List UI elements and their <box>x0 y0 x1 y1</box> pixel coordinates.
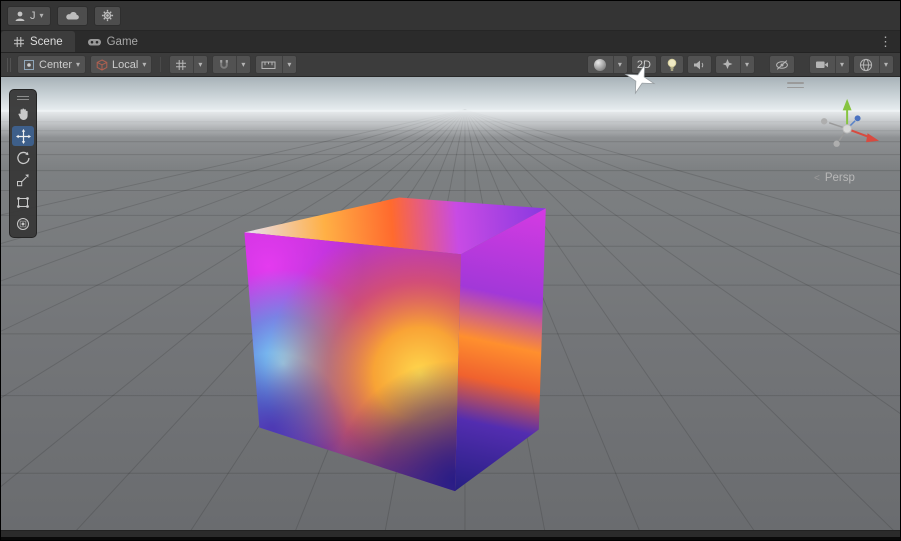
scene-viewport[interactable]: < Persp <box>1 77 900 530</box>
view-hand-tool[interactable] <box>12 104 34 124</box>
pivot-mode-label: Center <box>39 58 73 71</box>
tab-scene-label: Scene <box>30 35 63 48</box>
shaded-mode-icon <box>593 58 606 71</box>
camera-dropdown[interactable]: ▾ <box>834 56 844 73</box>
scene-effects-button[interactable]: ▾ <box>714 55 755 74</box>
tab-overflow-menu[interactable]: ⋮ <box>871 31 900 52</box>
light-toggle-icon <box>667 58 677 71</box>
tab-game-label: Game <box>106 35 138 48</box>
snap-increment-icon <box>261 61 276 69</box>
rotate-tool-icon <box>17 151 30 165</box>
audio-toggle-icon <box>693 60 704 69</box>
scale-tool-icon <box>17 174 29 187</box>
person-icon <box>15 11 25 21</box>
snap-increment-button[interactable]: ▾ <box>255 55 298 74</box>
cloud-services-button[interactable] <box>56 5 88 26</box>
tab-scene[interactable]: Scene <box>1 31 75 52</box>
axis-gizmo-neg-x[interactable] <box>820 118 828 125</box>
unity-editor-window: J ▾ Scene Game ⋮ Center ▾ Local ▾ ▾ ▾ ▾ … <box>0 0 901 541</box>
scene-options-icon <box>859 58 873 71</box>
transform-tool[interactable] <box>12 214 34 234</box>
toolbar-grip[interactable] <box>7 57 11 72</box>
title-bar: J ▾ <box>1 1 900 31</box>
orientation-mode-label: Local <box>112 58 139 71</box>
axis-gizmo-z[interactable] <box>854 115 861 122</box>
scene-audio-button[interactable] <box>686 55 712 74</box>
effects-dropdown[interactable]: ▾ <box>739 56 749 73</box>
overflow-icon: ⋮ <box>879 33 892 49</box>
account-button[interactable]: J ▾ <box>7 5 51 26</box>
scene-lighting-button[interactable] <box>659 55 684 74</box>
pivot-center-icon <box>24 59 34 70</box>
pivot-mode-button[interactable]: Center ▾ <box>17 55 87 74</box>
scene-view-options-button[interactable]: ▾ <box>852 55 894 74</box>
axis-local-icon <box>96 58 108 71</box>
projection-label: Persp <box>824 172 855 184</box>
toolbar-separator <box>160 57 162 72</box>
view-tab-bar: Scene Game ⋮ <box>1 31 900 53</box>
rotate-tool[interactable] <box>12 148 34 168</box>
skybox <box>1 77 900 113</box>
tools-overlay-handle[interactable] <box>12 93 34 102</box>
hand-tool-icon <box>17 108 28 121</box>
draw-mode-dropdown[interactable]: ▾ <box>612 56 622 73</box>
snap-increment-dropdown[interactable]: ▾ <box>282 56 291 73</box>
effects-toggle-icon <box>722 59 733 69</box>
scale-tool[interactable] <box>12 170 34 190</box>
scene-camera-button[interactable]: ▾ <box>808 55 850 74</box>
scene-grid-icon <box>14 36 24 47</box>
chevron-down-icon: ▾ <box>142 60 147 69</box>
snap-toggle-button[interactable]: ▾ <box>212 55 252 74</box>
rect-tool[interactable] <box>12 192 34 212</box>
gear-icon <box>101 9 113 22</box>
horizon-haze <box>1 109 900 138</box>
projection-arrow-icon: < <box>814 172 820 184</box>
scene-render[interactable] <box>1 77 900 530</box>
mode-2d-button[interactable]: 2D <box>630 55 657 74</box>
grid-visibility-button[interactable]: ▾ <box>169 55 209 74</box>
toolbar-right-group: ▾ 2D ▾ ▾ ▾ <box>586 55 894 74</box>
chevron-down-icon: ▾ <box>76 60 81 69</box>
account-initial: J <box>30 9 36 22</box>
camera-select-icon <box>815 61 828 68</box>
mode-2d-label: 2D <box>636 58 651 71</box>
move-tool[interactable] <box>12 126 34 146</box>
draw-mode-button[interactable]: ▾ <box>586 55 628 74</box>
grid-visibility-dropdown[interactable]: ▾ <box>193 56 202 73</box>
chevron-down-icon: ▾ <box>39 11 44 20</box>
move-tool-icon <box>15 128 31 144</box>
game-gamepad-icon <box>87 38 101 45</box>
overlay-dock-handle[interactable] <box>787 82 804 88</box>
cloud-icon <box>65 11 79 20</box>
snap-magnet-icon <box>220 59 229 69</box>
tools-overlay <box>9 89 37 238</box>
grid-visibility-icon <box>176 59 187 70</box>
scene-options-dropdown[interactable]: ▾ <box>878 56 888 73</box>
tab-game[interactable]: Game <box>75 31 150 52</box>
transform-tool-icon <box>17 218 29 230</box>
scene-visibility-button[interactable] <box>768 55 795 74</box>
axis-gizmo-neg-z[interactable] <box>833 140 840 147</box>
settings-button[interactable] <box>93 5 121 26</box>
rect-tool-icon <box>17 196 29 208</box>
scene-toolbar: Center ▾ Local ▾ ▾ ▾ ▾ ▾ 2D ▾ ▾ ▾ <box>1 53 900 77</box>
orientation-mode-button[interactable]: Local ▾ <box>90 55 153 74</box>
status-bar <box>1 530 900 540</box>
axis-gizmo-center[interactable] <box>842 124 852 134</box>
projection-toggle[interactable]: < Persp <box>814 172 855 184</box>
snap-settings-dropdown[interactable]: ▾ <box>236 56 245 73</box>
visibility-toggle-icon <box>776 59 788 70</box>
